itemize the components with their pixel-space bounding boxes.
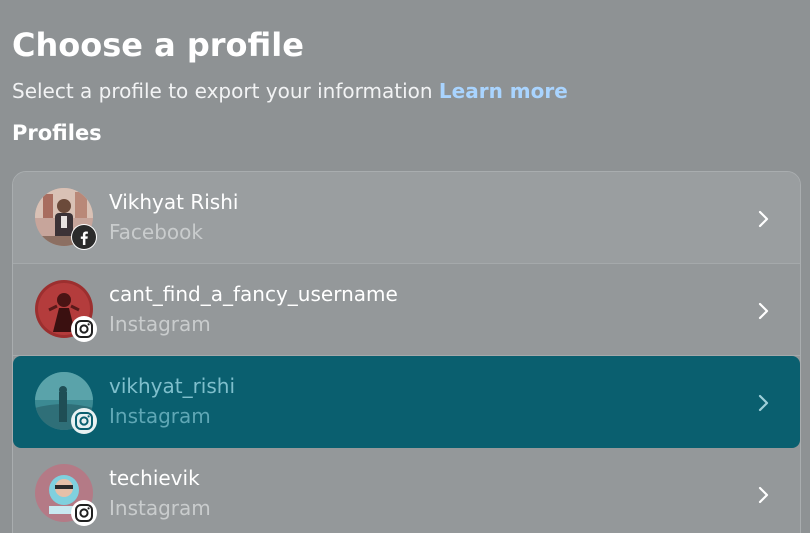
profile-platform: Instagram (109, 312, 211, 336)
instagram-icon (71, 408, 97, 434)
profile-row-vikhyat-rishi-instagram[interactable]: vikhyat_rishi Instagram (13, 356, 800, 448)
profile-platform: Facebook (109, 220, 203, 244)
profile-name: cant_find_a_fancy_username (109, 282, 398, 306)
section-title: Profiles (12, 121, 102, 145)
profile-row-techievik[interactable]: techievik Instagram (13, 448, 800, 533)
profile-name: vikhyat_rishi (109, 374, 236, 398)
subtitle-text: Select a profile to export your informat… (12, 79, 433, 103)
facebook-icon (71, 224, 97, 250)
choose-profile-page: Choose a profile Select a profile to exp… (0, 0, 810, 533)
page-title: Choose a profile (12, 26, 304, 64)
profile-platform: Instagram (109, 496, 211, 520)
profile-name: techievik (109, 466, 200, 490)
chevron-right-icon (758, 394, 769, 412)
chevron-right-icon (758, 302, 769, 320)
instagram-icon (71, 500, 97, 526)
page-subtitle: Select a profile to export your informat… (12, 79, 568, 103)
learn-more-link[interactable]: Learn more (439, 79, 568, 103)
profile-platform: Instagram (109, 404, 211, 428)
instagram-icon (71, 316, 97, 342)
profile-row-cant-find-a-fancy-username[interactable]: cant_find_a_fancy_username Instagram (13, 264, 800, 356)
profile-name: Vikhyat Rishi (109, 190, 239, 214)
profile-list: Vikhyat Rishi Facebook cant_find_a_fancy… (12, 171, 801, 533)
profile-row-vikhyat-rishi[interactable]: Vikhyat Rishi Facebook (13, 172, 800, 264)
chevron-right-icon (758, 486, 769, 504)
chevron-right-icon (758, 210, 769, 228)
